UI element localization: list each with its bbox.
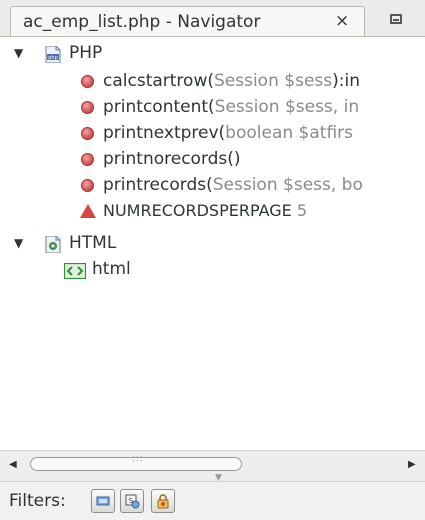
tree-item-function[interactable]: printnorecords() xyxy=(0,146,425,172)
scroll-right-arrow-icon[interactable]: ▶ xyxy=(408,459,416,470)
minimize-window-icon[interactable] xyxy=(390,14,402,24)
tree-item-function[interactable]: calcstartrow(Session $sess):in xyxy=(0,68,425,94)
tree-item-function[interactable]: printcontent(Session $sess, in xyxy=(0,94,425,120)
filter-inherited-button[interactable]: S xyxy=(120,489,144,513)
function-name: printcontent xyxy=(103,97,209,117)
function-signature: printrecords(Session $sess, bo xyxy=(103,172,363,198)
tree-node-php[interactable]: ▼ php PHP xyxy=(0,40,425,66)
navigator-tab[interactable]: ac_emp_list.php - Navigator × xyxy=(10,6,365,36)
method-icon xyxy=(81,127,94,140)
html-group-label: HTML xyxy=(69,233,117,253)
filter-private-button[interactable] xyxy=(151,489,175,513)
function-params: Session $sess, in xyxy=(214,97,360,117)
horizontal-scrollbar[interactable]: ◀ ::: ▶ ▼ xyxy=(0,450,425,483)
filters-bar: Filters: S xyxy=(0,481,425,520)
tree-item-constant[interactable]: NUMRECORDSPERPAGE 5 xyxy=(0,198,425,224)
navigator-tab-bar: ac_emp_list.php - Navigator × xyxy=(0,0,425,37)
tree-item-html-tag[interactable]: html xyxy=(0,256,425,282)
function-paren: ( xyxy=(207,71,214,91)
html-tag-label: html xyxy=(92,259,131,279)
constant-value: 5 xyxy=(296,201,308,220)
function-signature: calcstartrow(Session $sess):in xyxy=(103,68,360,94)
function-paren: ( xyxy=(206,175,213,195)
function-name: printrecords xyxy=(103,175,207,195)
function-signature: printnorecords() xyxy=(103,146,241,172)
html-tag-icon xyxy=(63,261,87,287)
method-icon xyxy=(81,179,94,192)
tree-item-function[interactable]: printnextprev(boolean $atfirs xyxy=(0,120,425,146)
expand-toggle-icon[interactable]: ▼ xyxy=(14,230,23,256)
filters-label: Filters: xyxy=(9,491,66,511)
tree-item-function[interactable]: printrecords(Session $sess, bo xyxy=(0,172,425,198)
function-name: calcstartrow xyxy=(103,71,208,91)
method-icon xyxy=(81,75,94,88)
function-paren: ( xyxy=(208,97,215,117)
private-lock-icon xyxy=(157,494,169,509)
function-paren: () xyxy=(227,149,241,169)
php-group-label: PHP xyxy=(69,43,103,63)
filter-fields-button[interactable] xyxy=(91,489,115,513)
tree-node-html[interactable]: ▼ HTML xyxy=(0,230,425,256)
function-signature: printcontent(Session $sess, in xyxy=(103,94,359,120)
function-params: boolean $atfirs xyxy=(225,123,353,143)
expand-toggle-icon[interactable]: ▼ xyxy=(14,40,23,66)
field-filter-icon xyxy=(96,496,110,506)
navigator-tree: ▼ php PHP calcstartrow(Session $sess):in… xyxy=(0,37,425,450)
svg-text:php: php xyxy=(48,55,58,61)
constant-icon xyxy=(80,204,96,218)
inherited-filter-icon: S xyxy=(125,494,140,509)
scrollbar-thumb[interactable]: ::: xyxy=(30,454,242,471)
constant-signature: NUMRECORDSPERPAGE 5 xyxy=(103,198,307,224)
function-params: Session $sess, bo xyxy=(212,175,363,195)
scroll-left-arrow-icon[interactable]: ◀ xyxy=(9,459,17,470)
function-name: printnorecords xyxy=(103,149,228,169)
tab-title: ac_emp_list.php - Navigator xyxy=(23,12,261,32)
function-name: printnextprev xyxy=(103,123,219,143)
constant-name: NUMRECORDSPERPAGE xyxy=(103,201,292,220)
function-return: ):in xyxy=(332,71,360,91)
method-icon xyxy=(81,101,94,114)
grip-icon: ::: xyxy=(129,454,144,464)
function-signature: printnextprev(boolean $atfirs xyxy=(103,120,353,146)
method-icon xyxy=(81,153,94,166)
close-icon[interactable]: × xyxy=(335,11,349,31)
function-params: Session $sess xyxy=(214,71,333,91)
